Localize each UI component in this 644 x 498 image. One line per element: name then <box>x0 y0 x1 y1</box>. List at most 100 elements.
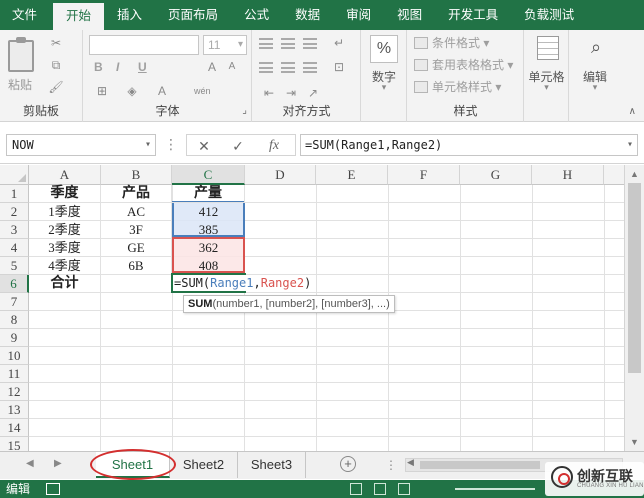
sheet-tab-1[interactable]: Sheet1 <box>96 452 170 478</box>
tooltip-function-name[interactable]: SUM <box>188 298 212 310</box>
binoculars-icon[interactable]: ⌕ <box>586 36 606 58</box>
function-tooltip[interactable]: SUM(number1, [number2], [number3], ...) <box>183 295 395 313</box>
bold-button[interactable]: B <box>94 60 103 74</box>
cell-a6[interactable]: 合计 <box>29 275 101 293</box>
align-right-icon[interactable] <box>303 62 317 73</box>
cell-c2[interactable]: 412 <box>172 203 245 221</box>
normal-view-icon[interactable] <box>350 483 362 495</box>
enter-icon[interactable]: ✓ <box>223 136 253 156</box>
tab-insert[interactable]: 插入 <box>104 0 155 30</box>
tab-view[interactable]: 视图 <box>384 0 435 30</box>
chevron-down-icon[interactable]: ▾ <box>627 135 633 155</box>
cell-a1[interactable]: 季度 <box>29 185 101 203</box>
italic-button[interactable]: I <box>116 60 119 74</box>
font-color-icon[interactable]: A <box>154 84 170 98</box>
prev-sheet-icon[interactable]: ◀ <box>26 458 34 469</box>
cell-c1[interactable]: 产量 <box>172 185 245 203</box>
column-header-e[interactable]: E <box>316 165 388 185</box>
cell-styles-button[interactable]: 单元格样式 ▾ <box>414 78 501 96</box>
scroll-up-icon[interactable]: ▲ <box>625 166 644 182</box>
cell-c4[interactable]: 362 <box>172 239 245 257</box>
cell-a4[interactable]: 3季度 <box>29 239 101 257</box>
row-header[interactable]: 1 <box>0 185 29 203</box>
more-icon[interactable]: ⋮ <box>164 136 178 153</box>
tab-home[interactable]: 开始 <box>53 3 105 30</box>
more-icon[interactable]: ⋮ <box>385 458 397 472</box>
collapse-ribbon-icon[interactable]: ∧ <box>629 106 636 117</box>
horizontal-scroll-thumb[interactable] <box>420 461 540 469</box>
cancel-icon[interactable]: ✕ <box>189 136 219 156</box>
row-header[interactable]: 3 <box>0 221 29 239</box>
worksheet-grid[interactable]: A B C D E F G H 1 2 3 4 5 6 7 8 9 10 11 … <box>0 165 624 451</box>
fill-color-icon[interactable]: ◈ <box>124 84 140 98</box>
wrap-text-icon[interactable]: ↵ <box>331 36 347 50</box>
row-header[interactable]: 11 <box>0 365 29 383</box>
sheet-tab-3[interactable]: Sheet3 <box>238 452 306 478</box>
column-header-d[interactable]: D <box>245 165 316 185</box>
cell-a2[interactable]: 1季度 <box>29 203 101 221</box>
sheet-tab-2[interactable]: Sheet2 <box>170 452 238 478</box>
percent-icon[interactable]: % <box>370 35 398 63</box>
chevron-down-icon[interactable]: ▾ <box>145 135 151 155</box>
page-break-view-icon[interactable] <box>398 483 410 495</box>
row-header[interactable]: 5 <box>0 257 29 275</box>
font-dialog-launcher-icon[interactable]: ⌟ <box>242 105 247 116</box>
copy-icon[interactable]: ⧉ <box>48 58 64 72</box>
column-header-h[interactable]: H <box>532 165 604 185</box>
align-center-icon[interactable] <box>281 62 295 73</box>
cell-a3[interactable]: 2季度 <box>29 221 101 239</box>
row-header[interactable]: 7 <box>0 293 29 311</box>
format-as-table-button[interactable]: 套用表格格式 ▾ <box>414 56 513 74</box>
vertical-scrollbar[interactable]: ▲ ▼ <box>624 165 644 451</box>
align-bottom-icon[interactable] <box>303 38 317 49</box>
paste-icon[interactable] <box>8 37 34 72</box>
row-header[interactable]: 9 <box>0 329 29 347</box>
column-header-b[interactable]: B <box>101 165 172 185</box>
row-header[interactable]: 14 <box>0 419 29 437</box>
decrease-font-icon[interactable]: A <box>224 60 240 74</box>
select-all-corner[interactable] <box>0 165 29 185</box>
name-box[interactable]: NOW ▾ <box>6 134 156 156</box>
tab-developer[interactable]: 开发工具 <box>435 0 511 30</box>
scroll-left-icon[interactable]: ◀ <box>407 457 414 468</box>
font-name-combo[interactable] <box>89 35 199 55</box>
insert-function-icon[interactable]: fx <box>259 136 289 156</box>
vertical-scroll-thumb[interactable] <box>628 183 641 373</box>
row-header[interactable]: 13 <box>0 401 29 419</box>
conditional-format-button[interactable]: 条件格式 ▾ <box>414 34 489 52</box>
tab-data[interactable]: 数据 <box>282 0 333 30</box>
macro-record-icon[interactable] <box>46 483 60 495</box>
align-middle-icon[interactable] <box>281 38 295 49</box>
cell-b5[interactable]: 6B <box>101 257 172 275</box>
tab-formulas[interactable]: 公式 <box>231 0 282 30</box>
row-header[interactable]: 10 <box>0 347 29 365</box>
increase-font-icon[interactable]: A <box>204 60 220 74</box>
tab-page-layout[interactable]: 页面布局 <box>155 0 231 30</box>
align-top-icon[interactable] <box>259 38 273 49</box>
page-layout-view-icon[interactable] <box>374 483 386 495</box>
cell-b2[interactable]: AC <box>101 203 172 221</box>
scroll-down-icon[interactable]: ▼ <box>625 434 644 450</box>
column-header-g[interactable]: G <box>460 165 532 185</box>
increase-indent-icon[interactable]: ⇥ <box>283 86 299 100</box>
next-sheet-icon[interactable]: ▶ <box>54 458 62 469</box>
row-header[interactable]: 12 <box>0 383 29 401</box>
cell-b4[interactable]: GE <box>101 239 172 257</box>
underline-button[interactable]: U <box>138 60 147 74</box>
merge-cells-icon[interactable]: ⊡ <box>331 60 347 74</box>
cell-b3[interactable]: 3F <box>101 221 172 239</box>
formula-input[interactable]: =SUM(Range1,Range2) ▾ <box>300 134 638 156</box>
cells-icon[interactable] <box>537 36 559 60</box>
column-header-a[interactable]: A <box>29 165 101 185</box>
font-size-combo[interactable]: 11 <box>203 35 247 55</box>
row-header[interactable]: 8 <box>0 311 29 329</box>
paste-button-label[interactable]: 粘贴 <box>8 76 32 93</box>
format-painter-icon[interactable]: 🖌 <box>48 80 64 94</box>
orientation-icon[interactable]: ↗ <box>305 86 321 100</box>
cell-a5[interactable]: 4季度 <box>29 257 101 275</box>
row-header[interactable]: 15 <box>0 437 29 451</box>
align-left-icon[interactable] <box>259 62 273 73</box>
phonetic-icon[interactable]: wén <box>194 84 211 98</box>
row-header[interactable]: 4 <box>0 239 29 257</box>
row-header[interactable]: 6 <box>0 275 29 293</box>
